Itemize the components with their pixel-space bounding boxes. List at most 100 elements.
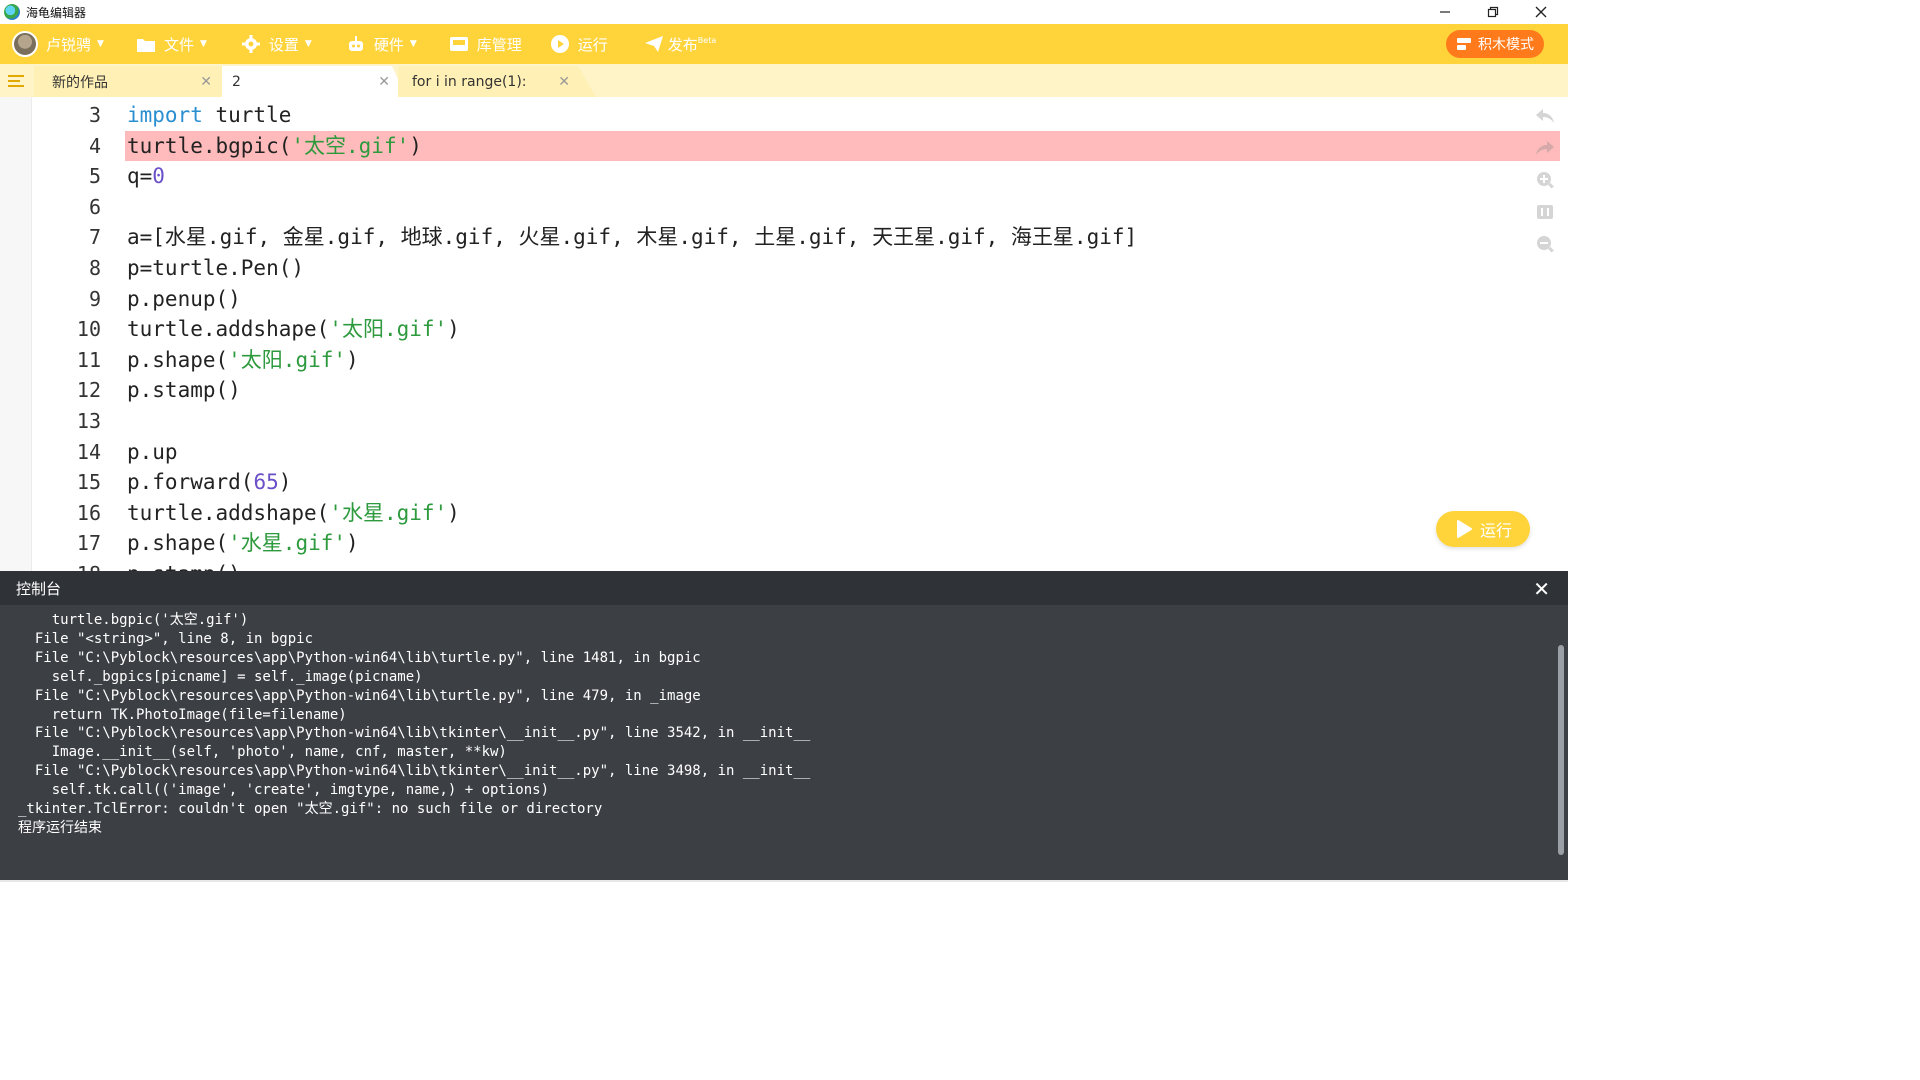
redo-icon bbox=[1536, 141, 1554, 155]
library-button[interactable]: 库管理 bbox=[449, 24, 522, 64]
user-name: 卢锐骋 bbox=[46, 35, 92, 54]
redo-button[interactable] bbox=[1534, 137, 1556, 159]
chevron-down-icon: ▼ bbox=[304, 39, 312, 49]
block-mode-label: 积木模式 bbox=[1478, 37, 1534, 53]
console-line: _tkinter.TclError: couldn't open "太空.gif… bbox=[18, 801, 603, 818]
hardware-menu-label: 硬件 bbox=[373, 35, 404, 54]
line-number: 17 bbox=[76, 531, 101, 556]
robot-icon bbox=[346, 34, 366, 54]
inbox-icon bbox=[449, 34, 469, 54]
sidebar-toggle-button[interactable] bbox=[0, 64, 32, 97]
window-close-button[interactable] bbox=[1518, 0, 1564, 24]
block-mode-button[interactable]: 积木模式 bbox=[1446, 30, 1544, 58]
line-number: 5 bbox=[88, 164, 101, 189]
file-menu[interactable]: 文件 ▼ bbox=[136, 24, 207, 64]
run-button-label: 运行 bbox=[1479, 521, 1512, 540]
console-line: File "C:\Pyblock\resources\app\Python-wi… bbox=[18, 725, 811, 742]
editor-tools bbox=[1534, 105, 1558, 265]
paper-plane-icon bbox=[644, 34, 664, 54]
code-line[interactable]: p.shape('水星.gif') bbox=[127, 528, 359, 559]
line-number: 15 bbox=[76, 470, 101, 495]
console-output: turtle.bgpic('太空.gif') File "<string>", … bbox=[18, 611, 1538, 838]
minimize-icon bbox=[1440, 11, 1450, 13]
restore-button[interactable] bbox=[1470, 0, 1516, 24]
play-icon bbox=[1454, 519, 1474, 539]
file-menu-label: 文件 bbox=[163, 35, 194, 54]
console-header: 控制台 ✕ bbox=[0, 571, 1568, 605]
undo-icon bbox=[1536, 109, 1554, 123]
line-number: 3 bbox=[88, 103, 101, 127]
gear-icon bbox=[241, 34, 261, 54]
console-line: self.tk.call(('image', 'create', imgtype… bbox=[18, 782, 550, 799]
tab-label: 新的作品 bbox=[52, 74, 108, 91]
run-menu-button[interactable]: 运行 bbox=[550, 24, 608, 64]
zoom-out-icon bbox=[1537, 236, 1554, 253]
code-line[interactable]: turtle.bgpic('太空.gif') bbox=[127, 131, 422, 162]
zoom-in-button[interactable] bbox=[1534, 169, 1556, 191]
line-number: 18 bbox=[40, 559, 101, 571]
hardware-menu[interactable]: 硬件 ▼ bbox=[346, 24, 417, 64]
tab-close-icon[interactable]: ✕ bbox=[378, 74, 390, 90]
console-line: turtle.bgpic('太空.gif') bbox=[18, 612, 249, 628]
chevron-down-icon: ▼ bbox=[409, 39, 417, 49]
code-line[interactable]: turtle.addshape('太阳.gif') bbox=[127, 314, 460, 345]
console-line: self._bgpics[picname] = self._image(picn… bbox=[18, 668, 423, 685]
line-number: 14 bbox=[76, 439, 101, 464]
editor-gutter bbox=[0, 97, 32, 571]
run-menu-label: 运行 bbox=[577, 35, 608, 54]
hamburger-menu-icon bbox=[8, 74, 24, 87]
tab-label: 2 bbox=[232, 73, 241, 90]
code-line[interactable]: p.up bbox=[127, 437, 178, 468]
code-line[interactable]: p.forward(65) bbox=[127, 467, 291, 498]
file-tab-bar: 新的作品 ✕ 2 ✕ for i in range(1): ✕ bbox=[0, 64, 1568, 97]
console-line: 程序运行结束 bbox=[18, 819, 102, 836]
code-line[interactable]: p.stamp() bbox=[127, 559, 241, 571]
tab-close-icon[interactable]: ✕ bbox=[200, 74, 212, 90]
code-line[interactable]: p.shape('太阳.gif') bbox=[127, 345, 359, 376]
minimize-button[interactable] bbox=[1422, 0, 1468, 24]
tab-new-work[interactable]: 新的作品 ✕ bbox=[34, 66, 224, 97]
zoom-in-icon bbox=[1537, 172, 1554, 189]
run-button[interactable]: 运行 bbox=[1436, 511, 1530, 547]
code-line[interactable]: p.stamp() bbox=[127, 375, 241, 406]
bottom-border bbox=[0, 880, 1568, 882]
line-number: 16 bbox=[76, 500, 101, 525]
chevron-down-icon: ▼ bbox=[97, 39, 104, 49]
settings-menu-label: 设置 bbox=[268, 35, 299, 54]
line-number: 4 bbox=[88, 133, 101, 158]
publish-label: 发布 bbox=[667, 35, 698, 54]
zoom-out-button[interactable] bbox=[1534, 233, 1556, 255]
code-editor[interactable]: 3 import turtle 4 turtle.bgpic('太空.gif') 5 q=… bbox=[0, 97, 1568, 571]
line-number: 8 bbox=[88, 256, 101, 280]
tab-2[interactable]: 2 ✕ bbox=[222, 66, 406, 97]
grid-icon bbox=[1537, 205, 1553, 219]
console-line: File "<string>", line 8, in bgpic bbox=[18, 630, 314, 647]
code-line[interactable]: p=turtle.Pen() bbox=[127, 253, 304, 284]
publish-button[interactable]: 发布 Beta bbox=[644, 24, 716, 64]
console-line: return TK.PhotoImage(file=filename) bbox=[18, 706, 347, 723]
console-close-icon[interactable]: ✕ bbox=[1533, 577, 1550, 601]
undo-button[interactable] bbox=[1534, 105, 1556, 127]
code-line[interactable]: q=0 bbox=[127, 161, 165, 192]
code-line[interactable]: a=[水星.gif, 金星.gif, 地球.gif, 火星.gif, 木星.gi… bbox=[127, 222, 1137, 253]
font-reset-button[interactable] bbox=[1534, 201, 1556, 223]
code-line[interactable]: turtle.addshape('水星.gif') bbox=[127, 498, 460, 529]
console-line: File "C:\Pyblock\resources\app\Python-wi… bbox=[18, 687, 701, 704]
user-menu[interactable]: 卢锐骋 ▼ bbox=[12, 24, 104, 64]
tab-close-icon[interactable]: ✕ bbox=[558, 74, 570, 90]
close-icon bbox=[1535, 6, 1547, 18]
line-number: 10 bbox=[76, 317, 101, 342]
console-scrollbar[interactable] bbox=[1558, 645, 1564, 855]
blocks-icon bbox=[1456, 36, 1472, 52]
app-title: 海龟编辑器 bbox=[26, 5, 87, 20]
main-toolbar: 卢锐骋 ▼ 文件 ▼ 设置 ▼ 硬件 ▼ 库管理 运行 发布 Beta 积木模式 bbox=[0, 24, 1568, 64]
play-circle-icon bbox=[550, 34, 570, 54]
line-number: 12 bbox=[76, 378, 101, 403]
settings-menu[interactable]: 设置 ▼ bbox=[241, 24, 312, 64]
title-bar: 海龟编辑器 bbox=[0, 0, 1568, 24]
code-line[interactable]: p.penup() bbox=[127, 284, 241, 315]
tab-for-loop[interactable]: for i in range(1): ✕ bbox=[398, 66, 596, 97]
code-line[interactable]: import turtle bbox=[127, 100, 291, 131]
line-number: 13 bbox=[76, 409, 101, 433]
console-title: 控制台 bbox=[16, 579, 62, 598]
